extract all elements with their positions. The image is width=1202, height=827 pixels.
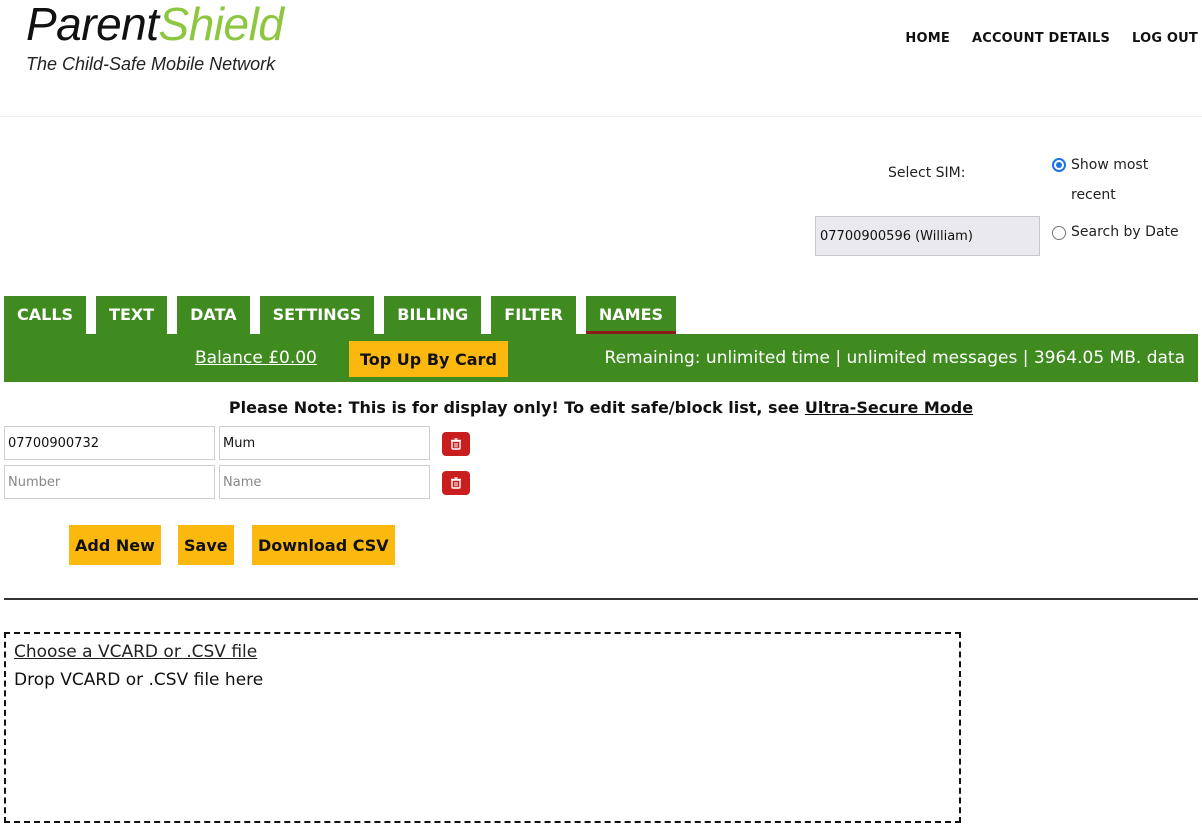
note-text: Please Note: This is for display only! T… [228,398,805,417]
remaining-allowance: Remaining: unlimited time | unlimited me… [604,348,1185,368]
download-csv-button[interactable]: Download CSV [252,525,395,565]
tab-names[interactable]: NAMES [585,296,677,334]
radio-selected-icon[interactable] [1052,158,1066,172]
top-nav: HOME ACCOUNT DETAILS LOG OUT [905,31,1198,46]
ultra-secure-mode-link[interactable]: Ultra-Secure Mode [805,398,973,417]
radio-show-most-recent-label: Show most recent [1071,157,1149,203]
name-input[interactable]: Mum [219,426,430,460]
logo-title-part2: Shield [158,0,284,50]
trash-icon [451,438,461,450]
section-divider [4,598,1198,600]
nav-log-out[interactable]: LOG OUT [1132,31,1198,46]
drop-file-hint: Drop VCARD or .CSV file here [14,670,264,690]
save-button[interactable]: Save [178,525,234,565]
tab-billing[interactable]: BILLING [384,296,482,334]
tab-settings[interactable]: SETTINGS [259,296,375,334]
tab-filter[interactable]: FILTER [491,296,576,334]
trash-icon [451,477,461,489]
radio-search-by-date[interactable]: Search by Date [1052,224,1179,240]
header-divider [0,116,1202,117]
radio-show-most-recent[interactable]: Show most recent [1052,150,1192,210]
new-name-input[interactable]: Name [219,465,430,499]
sim-select[interactable]: 07700900596 (William) [815,216,1040,256]
tab-text[interactable]: TEXT [96,296,168,334]
radio-search-by-date-label: Search by Date [1071,224,1179,240]
top-up-by-card-button[interactable]: Top Up By Card [349,341,508,377]
delete-new-entry-button[interactable] [442,471,470,495]
logo-title: ParentShield [26,0,284,50]
delete-entry-button[interactable] [442,432,470,456]
new-number-input[interactable]: Number [4,465,215,499]
account-status-bar: Balance £0.00 Top Up By Card Remaining: … [4,334,1198,382]
tab-bar: CALLS TEXT DATA SETTINGS BILLING FILTER … [4,296,677,334]
tab-data[interactable]: DATA [177,296,250,334]
logo-title-part1: Parent [26,0,159,50]
nav-home[interactable]: HOME [905,31,950,46]
logo[interactable]: ParentShield The Child-Safe Mobile Netwo… [26,0,284,74]
add-new-button[interactable]: Add New [69,525,161,565]
balance-link[interactable]: Balance £0.00 [195,348,317,368]
file-drop-zone[interactable]: Choose a VCARD or .CSV file Drop VCARD o… [4,632,961,823]
radio-unselected-icon[interactable] [1052,226,1066,240]
nav-account-details[interactable]: ACCOUNT DETAILS [972,31,1110,46]
tab-calls[interactable]: CALLS [4,296,87,334]
display-only-note: Please Note: This is for display only! T… [0,398,1202,417]
logo-subtitle: The Child-Safe Mobile Network [26,54,276,74]
select-sim-label: Select SIM: [888,165,966,181]
number-input[interactable]: 07700900732 [4,426,215,460]
choose-file-link[interactable]: Choose a VCARD or .CSV file [14,642,951,662]
